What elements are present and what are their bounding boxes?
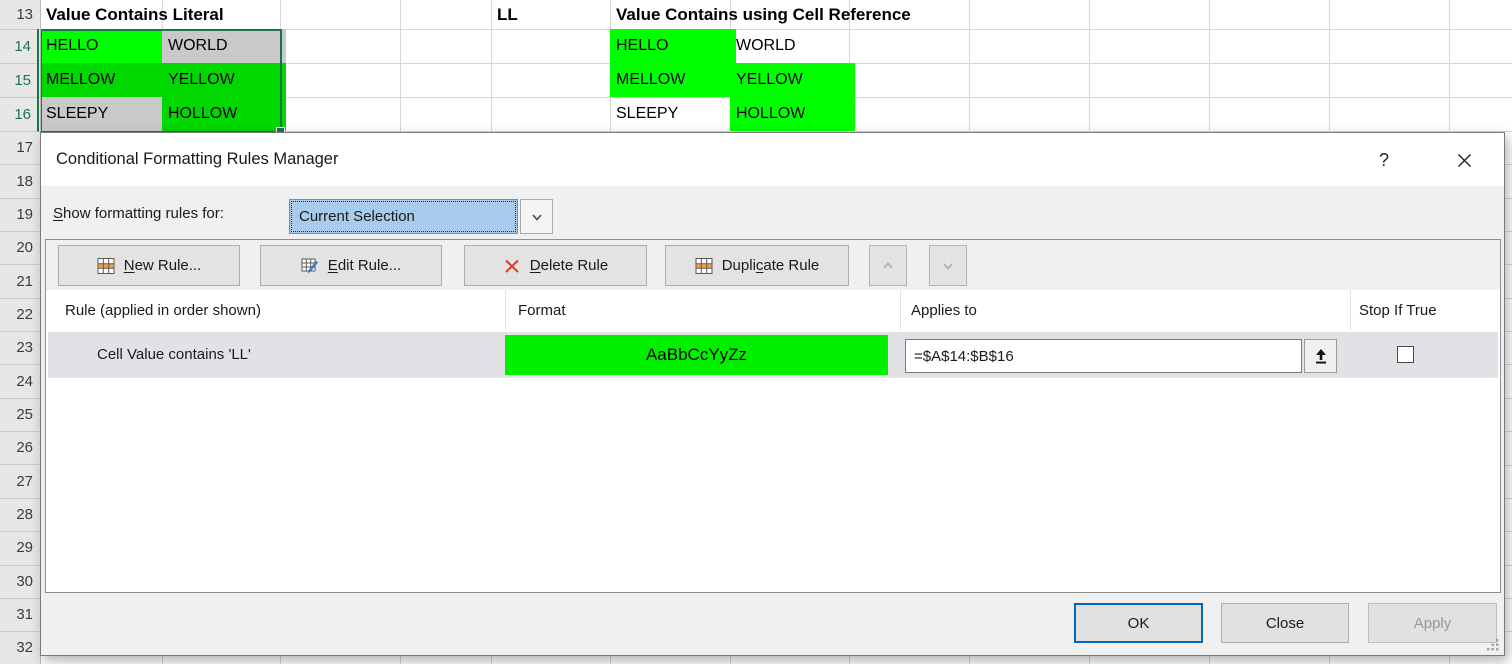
new-rule-label: New Rule... <box>124 257 202 274</box>
row-header-23[interactable]: 23 <box>0 331 39 365</box>
row-header-17[interactable]: 17 <box>0 131 39 165</box>
sheet-cell[interactable]: YELLOW <box>162 63 286 97</box>
row-header-30[interactable]: 30 <box>0 565 39 599</box>
help-icon: ? <box>1379 150 1389 171</box>
delete-rule-button[interactable]: Delete Rule <box>464 245 647 286</box>
column-header-applies-to: Applies to <box>901 290 1351 330</box>
rule-format-preview: AaBbCcYyZz <box>505 335 888 375</box>
combobox-dropdown-button[interactable] <box>520 199 553 234</box>
dialog-titlebar[interactable]: Conditional Formatting Rules Manager ? <box>41 133 1504 186</box>
combobox-value: Current Selection <box>299 208 415 225</box>
edit-rule-label: Edit Rule... <box>328 257 401 274</box>
delete-x-icon <box>503 257 521 275</box>
edit-rule-button[interactable]: Edit Rule... <box>260 245 442 286</box>
new-rule-button[interactable]: New Rule... <box>58 245 240 286</box>
sheet-cell[interactable]: YELLOW <box>730 63 855 97</box>
row-header-column: 1314151617181920212223242526272829303132 <box>0 0 41 664</box>
table-grid-icon <box>97 257 115 275</box>
row-header-25[interactable]: 25 <box>0 398 39 432</box>
row-header-15[interactable]: 15 <box>0 63 39 98</box>
apply-button[interactable]: Apply <box>1368 603 1497 643</box>
row-header-22[interactable]: 22 <box>0 298 39 332</box>
rules-toolbar: New Rule... Edit Rule... Delete Rule <box>46 240 1500 290</box>
table-grid-icon <box>695 257 713 275</box>
row-header-32[interactable]: 32 <box>0 631 39 664</box>
sheet-cell[interactable]: HELLO <box>40 29 168 63</box>
row-header-27[interactable]: 27 <box>0 465 39 499</box>
row-header-16[interactable]: 16 <box>0 97 39 132</box>
column-header-format: Format <box>506 290 901 330</box>
row-header-28[interactable]: 28 <box>0 498 39 532</box>
sheet-cell[interactable]: SLEEPY <box>610 97 678 131</box>
ok-button[interactable]: OK <box>1074 603 1203 643</box>
chevron-down-icon <box>940 258 956 274</box>
rule-row[interactable]: Cell Value contains 'LL' AaBbCcYyZz =$A$… <box>48 332 1498 378</box>
sheet-cell[interactable]: MELLOW <box>40 63 168 97</box>
duplicate-rule-label: Duplicate Rule <box>722 257 820 274</box>
row-header-18[interactable]: 18 <box>0 164 39 198</box>
sheet-cell[interactable]: LL <box>491 0 518 29</box>
chevron-up-icon <box>880 258 896 274</box>
show-rules-label: Show formatting rules for: <box>53 205 224 222</box>
applies-to-input[interactable]: =$A$14:$B$16 <box>905 339 1302 373</box>
sheet-cell[interactable]: MELLOW <box>610 63 736 97</box>
delete-rule-label: Delete Rule <box>530 257 608 274</box>
dialog-title: Conditional Formatting Rules Manager <box>56 133 338 186</box>
move-rule-down-button[interactable] <box>929 245 967 286</box>
show-rules-combobox[interactable]: Current Selection <box>289 199 518 234</box>
rules-frame: New Rule... Edit Rule... Delete Rule <box>45 239 1501 593</box>
sheet-cell[interactable]: Value Contains using Cell Reference <box>610 0 911 29</box>
move-rule-up-button[interactable] <box>869 245 907 286</box>
sheet-cell[interactable]: HOLLOW <box>162 97 286 131</box>
sheet-cell[interactable]: HELLO <box>610 29 736 63</box>
sheet-cell[interactable]: Value Contains Literal <box>40 0 224 29</box>
rules-list-header: Rule (applied in order shown) Format App… <box>47 290 1499 330</box>
row-header-21[interactable]: 21 <box>0 264 39 298</box>
stop-if-true-checkbox[interactable] <box>1397 346 1414 363</box>
collapse-dialog-icon <box>1313 347 1329 365</box>
row-header-29[interactable]: 29 <box>0 531 39 565</box>
row-header-14[interactable]: 14 <box>0 29 39 64</box>
cf-rules-manager-dialog: Conditional Formatting Rules Manager ? S… <box>40 132 1505 656</box>
row-header-19[interactable]: 19 <box>0 198 39 232</box>
row-header-20[interactable]: 20 <box>0 231 39 265</box>
column-header-rule: Rule (applied in order shown) <box>47 290 506 330</box>
close-dialog-button[interactable]: Close <box>1221 603 1349 643</box>
row-header-24[interactable]: 24 <box>0 364 39 398</box>
column-header-stop-if-true: Stop If True <box>1351 290 1499 330</box>
edit-pencil-icon <box>301 257 319 275</box>
duplicate-rule-button[interactable]: Duplicate Rule <box>665 245 849 286</box>
range-picker-button[interactable] <box>1304 339 1337 373</box>
excel-window: Value Contains Literal LL Value Contains u… <box>0 0 1512 664</box>
row-header-13[interactable]: 13 <box>0 0 39 30</box>
sheet-cell[interactable]: WORLD <box>730 29 796 63</box>
help-button[interactable]: ? <box>1369 146 1399 174</box>
sheet-cell[interactable]: HOLLOW <box>730 97 855 131</box>
row-header-26[interactable]: 26 <box>0 431 39 465</box>
resize-grip-icon[interactable] <box>1487 638 1499 650</box>
close-button[interactable] <box>1449 146 1479 174</box>
sheet-cell[interactable]: WORLD <box>162 29 286 63</box>
close-icon <box>1457 153 1472 168</box>
rule-description: Cell Value contains 'LL' <box>97 332 251 378</box>
chevron-down-icon <box>529 209 545 225</box>
row-header-31[interactable]: 31 <box>0 598 39 632</box>
sheet-cell[interactable]: SLEEPY <box>40 97 168 131</box>
